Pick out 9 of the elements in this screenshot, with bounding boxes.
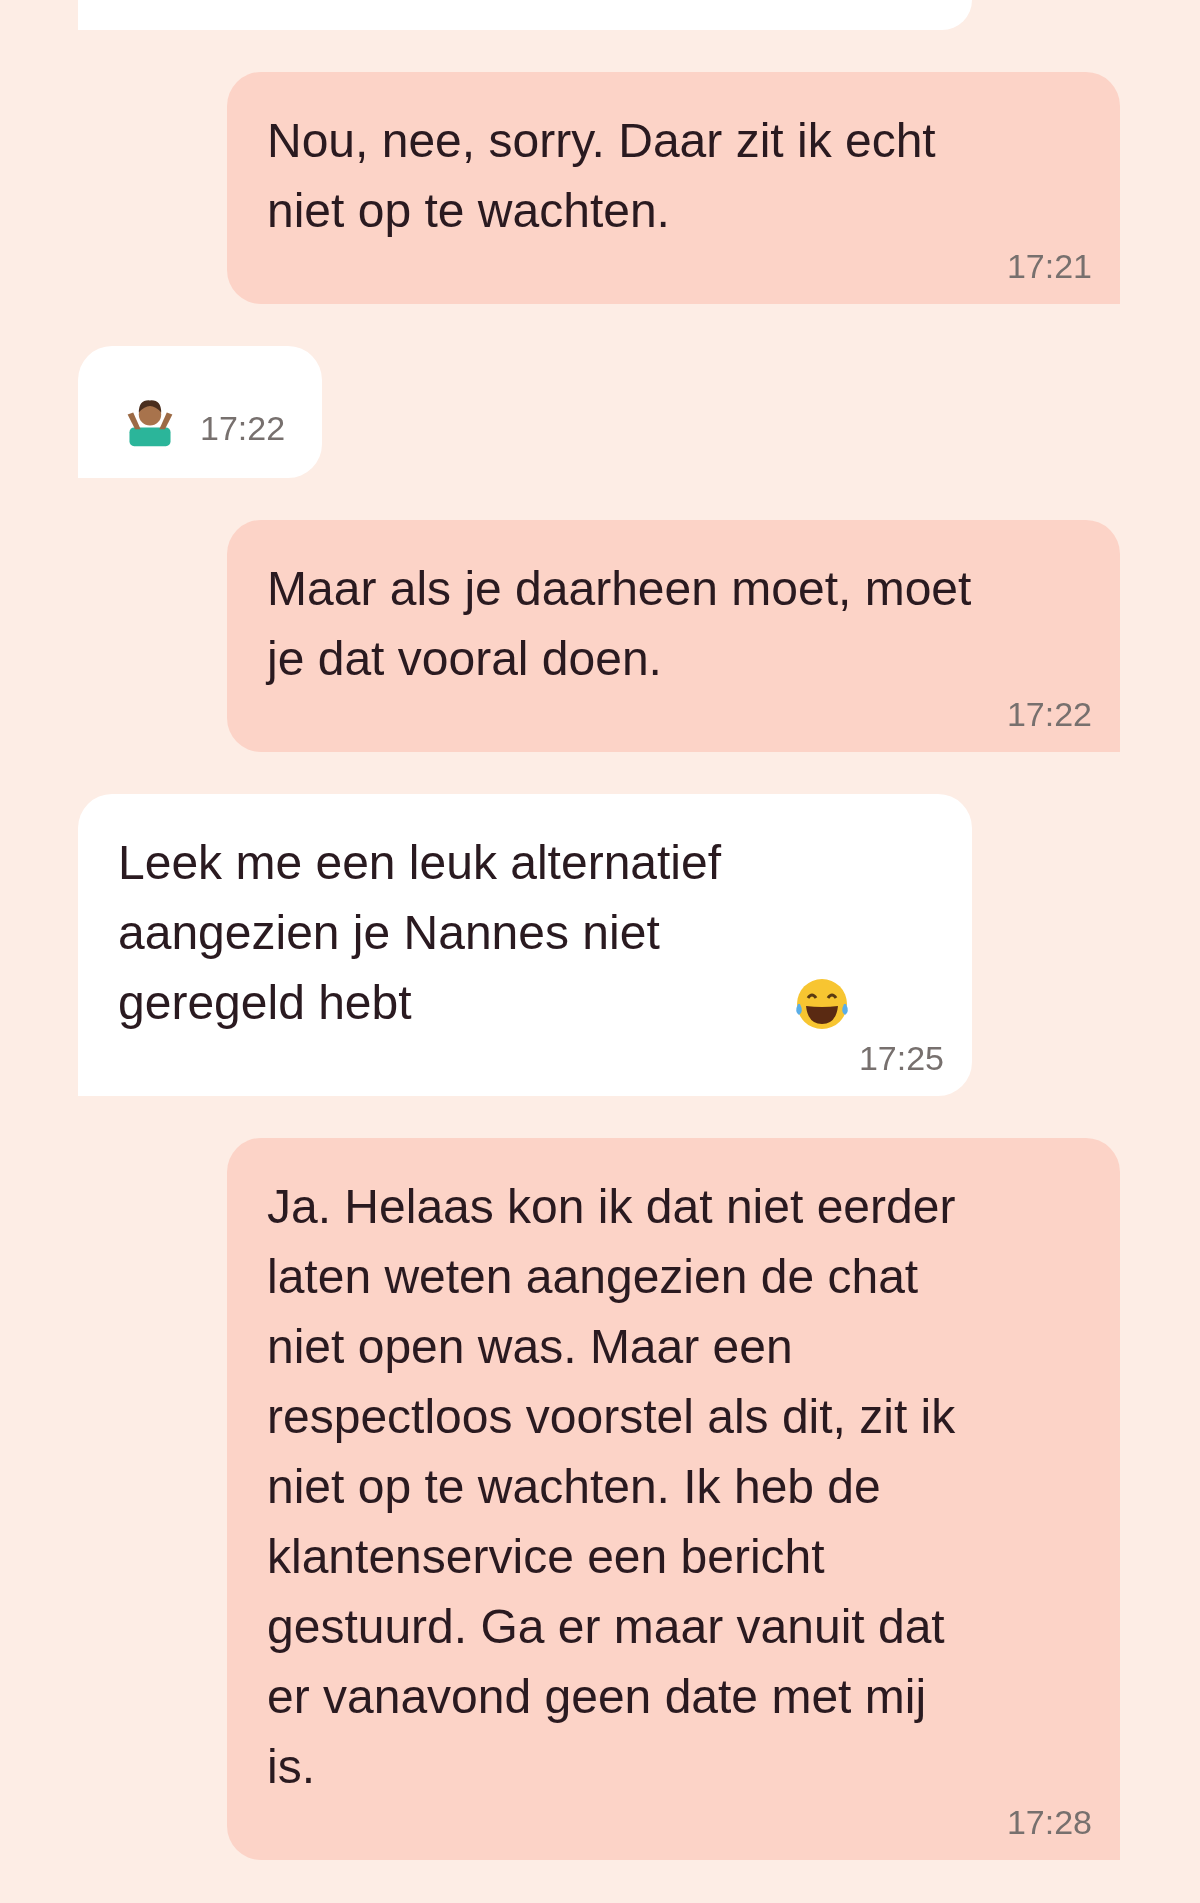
message-text: Maar als je daarheen moet, moet je dat vooral doen.: [267, 561, 973, 687]
message-time: 17:25: [857, 1038, 944, 1078]
message-time: 17:28: [1005, 1802, 1092, 1842]
message-time: 17:22: [1005, 694, 1092, 734]
message-text: Ja. Helaas kon ik dat niet eerder laten weten aangezien de chat niet open was. Maar een respectloos voorstel als dit, zit ik niet op te wachten. Ik heb de klantenservice een bericht gestuurd. Ga er maar vanuit dat er vanavond geen date met mij is.: [267, 1179, 957, 1795]
message-text: Leek me een leuk alternatief aangezien je Nannes niet geregeld hebt: [118, 835, 723, 1031]
message-text: Nou, nee, sorry. Daar zit ik echt niet op te wachten.: [267, 113, 937, 239]
message-time: 17:21: [1005, 246, 1092, 286]
message-time: 17:22: [200, 408, 286, 448]
